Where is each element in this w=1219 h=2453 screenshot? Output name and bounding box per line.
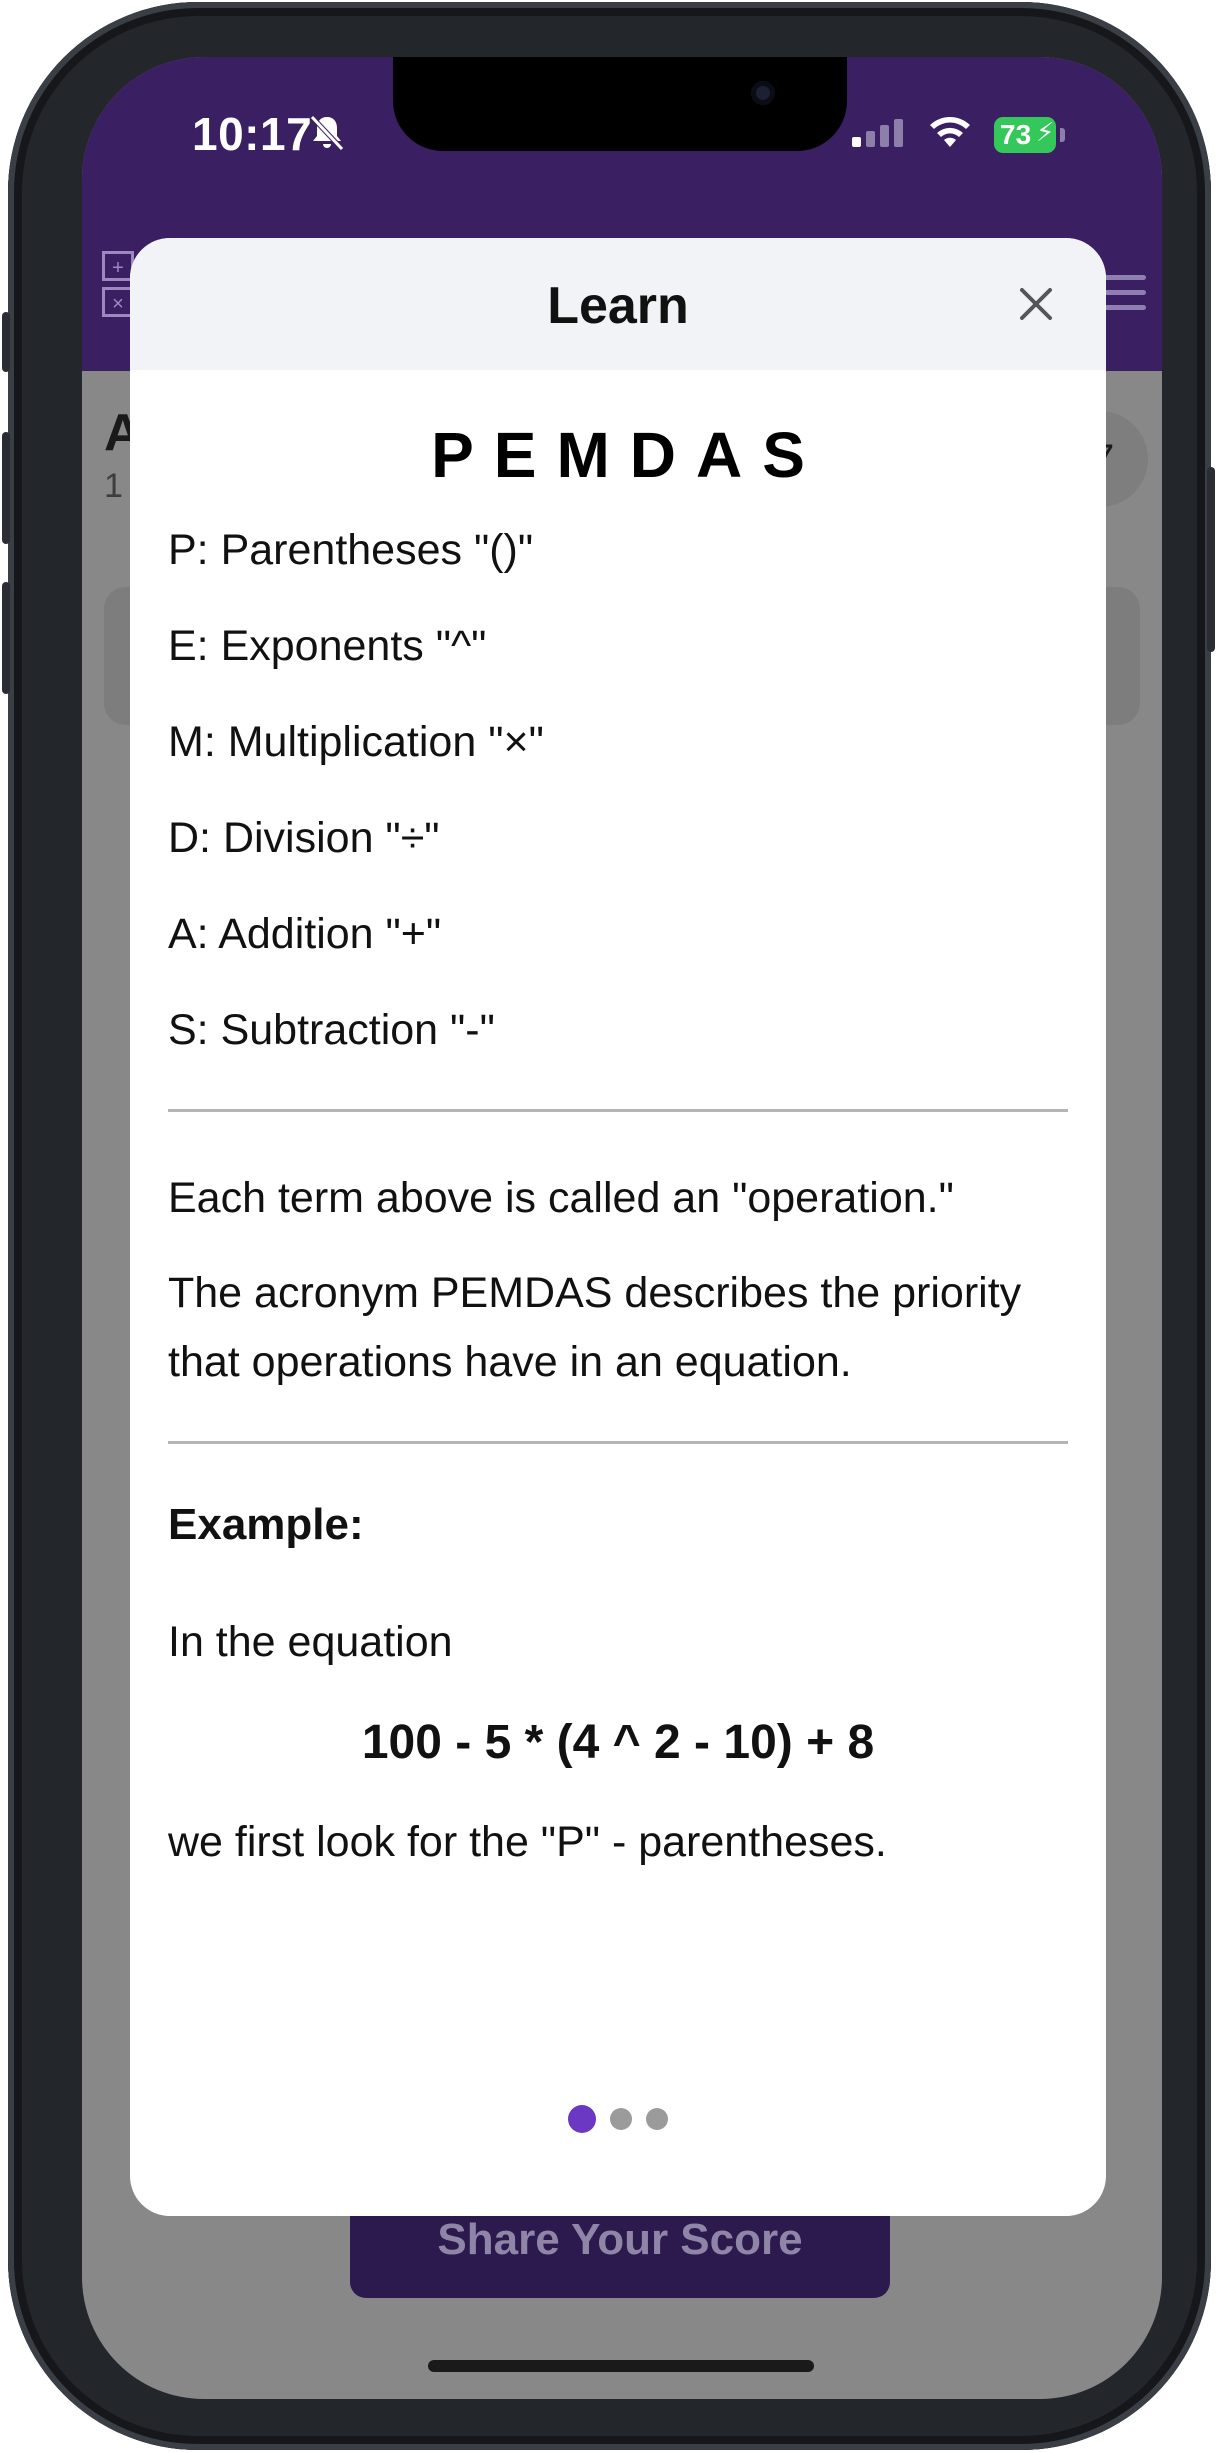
divider — [168, 1109, 1068, 1112]
operation-multiplication: M: Multiplication "×" — [168, 718, 544, 766]
operation-parentheses: P: Parentheses "()" — [168, 526, 534, 574]
example-followup: we first look for the "P" - parentheses. — [168, 1818, 887, 1866]
operation-definition: Each term above is called an "operation.… — [168, 1174, 954, 1222]
bolt-icon: ⚡ — [1036, 117, 1055, 147]
mute-switch — [2, 312, 10, 372]
phone-frame: 10:17 73 ⚡ +× A 1 7 — [2, 2, 1215, 2450]
notch — [393, 57, 847, 151]
page-dot-1[interactable] — [568, 2105, 596, 2133]
front-camera — [751, 81, 775, 105]
status-time: 10:17 — [192, 108, 313, 160]
learn-modal: Learn PEMDAS P: Parentheses "()" E: Expo… — [130, 238, 1106, 2216]
bell-slash-icon — [310, 115, 344, 151]
operation-division: D: Division "÷" — [168, 814, 440, 862]
wifi-icon — [930, 117, 970, 147]
operation-subtraction: S: Subtraction "-" — [168, 1006, 495, 1054]
close-icon[interactable] — [1014, 282, 1058, 326]
operation-exponents: E: Exponents "^" — [168, 622, 487, 670]
screen: 10:17 73 ⚡ +× A 1 7 — [82, 57, 1162, 2399]
cellular-signal-icon — [852, 119, 903, 147]
pemdas-description: The acronym PEMDAS describes the priorit… — [168, 1269, 1022, 1386]
page-dot-2[interactable] — [610, 2108, 632, 2130]
home-indicator[interactable] — [428, 2360, 814, 2372]
pemdas-heading: PEMDAS — [431, 419, 825, 491]
battery-cap — [1060, 128, 1065, 142]
power-button — [1207, 467, 1215, 652]
page-indicator — [130, 2105, 1106, 2133]
operation-addition: A: Addition "+" — [168, 910, 442, 958]
volume-up-button — [2, 432, 10, 544]
divider — [168, 1441, 1068, 1444]
modal-title: Learn — [547, 277, 689, 335]
background-subtitle: 1 — [104, 467, 123, 505]
example-intro: In the equation — [168, 1618, 453, 1666]
example-equation: 100 - 5 * (4 ^ 2 - 10) + 8 — [361, 1716, 875, 1769]
modal-header: Learn — [130, 238, 1106, 370]
modal-body: PEMDAS P: Parentheses "()" E: Exponents … — [130, 418, 1106, 1877]
operations-list: P: Parentheses "()" E: Exponents "^" M: … — [168, 502, 1068, 1078]
page-dot-3[interactable] — [646, 2108, 668, 2130]
example-label: Example: — [168, 1500, 364, 1549]
volume-down-button — [2, 582, 10, 694]
